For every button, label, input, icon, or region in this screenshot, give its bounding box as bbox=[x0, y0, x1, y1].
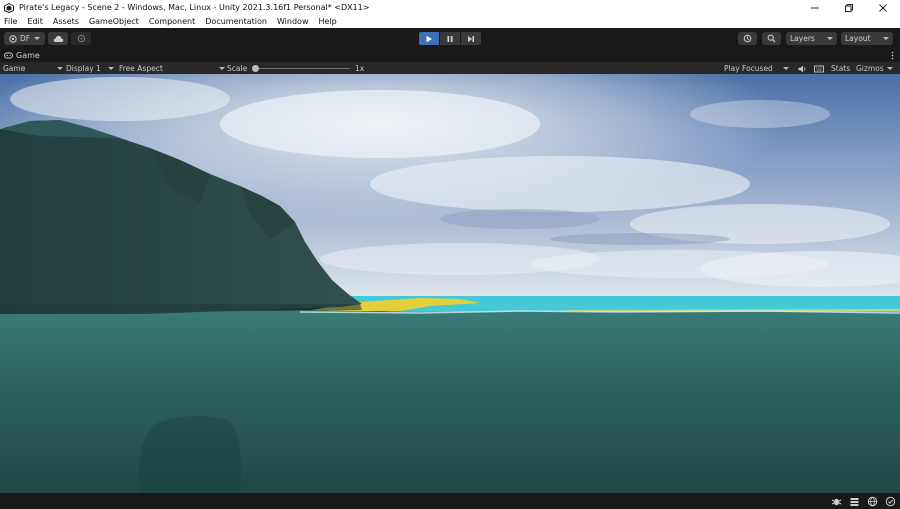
cloud-button[interactable] bbox=[48, 32, 68, 45]
menu-documentation[interactable]: Documentation bbox=[205, 17, 267, 26]
menu-bar: File Edit Assets GameObject Component Do… bbox=[0, 15, 900, 28]
status-icons bbox=[824, 495, 896, 507]
gamepad-icon bbox=[4, 52, 13, 58]
minimize-button[interactable] bbox=[798, 0, 832, 15]
step-icon bbox=[468, 35, 474, 42]
play-icon bbox=[426, 35, 432, 42]
unity-logo-icon bbox=[3, 2, 14, 13]
game-tab-bar: Game bbox=[0, 49, 900, 61]
chevron-down-icon bbox=[218, 67, 225, 70]
menu-assets[interactable]: Assets bbox=[53, 17, 79, 26]
play-mode-label: Play Focused bbox=[724, 64, 773, 73]
search-button[interactable] bbox=[762, 32, 781, 45]
search-icon bbox=[767, 34, 776, 43]
main-toolbar: DF Layers Layout bbox=[0, 28, 900, 49]
window-controls bbox=[798, 0, 900, 15]
keyboard-icon bbox=[814, 65, 824, 72]
chevron-down-icon bbox=[883, 37, 889, 40]
menu-gameobject[interactable]: GameObject bbox=[89, 17, 139, 26]
close-icon bbox=[879, 3, 887, 12]
progress-button[interactable] bbox=[848, 495, 860, 507]
collab-icon bbox=[77, 34, 85, 43]
gizmos-label: Gizmos bbox=[856, 64, 884, 73]
pause-icon bbox=[447, 35, 453, 42]
game-viewport[interactable] bbox=[0, 74, 900, 493]
collab-button[interactable] bbox=[71, 32, 91, 45]
window-title: Pirate's Legacy - Scene 2 - Windows, Mac… bbox=[19, 3, 370, 12]
game-view-toolbar: Game Display 1 Free Aspect Scale 1x Play… bbox=[0, 61, 900, 74]
status-bar bbox=[0, 493, 900, 509]
restore-button[interactable] bbox=[832, 0, 866, 15]
menu-file[interactable]: File bbox=[4, 17, 17, 26]
chevron-down-icon bbox=[34, 37, 41, 40]
history-icon bbox=[743, 34, 752, 43]
speaker-icon bbox=[798, 65, 806, 72]
chevron-down-icon bbox=[782, 67, 789, 70]
layout-label: Layout bbox=[845, 34, 871, 43]
menu-component[interactable]: Component bbox=[149, 17, 195, 26]
step-button[interactable] bbox=[461, 32, 481, 45]
bug-icon bbox=[831, 498, 841, 505]
chevron-down-icon bbox=[107, 67, 114, 70]
tab-game-label: Game bbox=[16, 50, 40, 60]
check-circle-icon bbox=[885, 496, 895, 506]
menu-window[interactable]: Window bbox=[277, 17, 309, 26]
chevron-down-icon bbox=[57, 67, 64, 70]
account-dropdown[interactable]: DF bbox=[4, 32, 45, 45]
more-vertical-icon bbox=[891, 51, 894, 59]
restore-icon bbox=[845, 3, 853, 12]
chevron-down-icon bbox=[886, 67, 893, 70]
display-label: Display 1 bbox=[66, 64, 101, 73]
pause-button[interactable] bbox=[440, 32, 460, 45]
game-mode-label: Game bbox=[3, 64, 26, 73]
chevron-down-icon bbox=[827, 37, 833, 40]
cloud-icon bbox=[53, 35, 63, 42]
playback-controls bbox=[419, 32, 481, 45]
account-label: DF bbox=[19, 34, 31, 43]
layers-label: Layers bbox=[790, 34, 815, 43]
account-icon bbox=[9, 34, 17, 43]
aspect-label: Free Aspect bbox=[119, 64, 163, 73]
menu-help[interactable]: Help bbox=[318, 17, 336, 26]
menu-edit[interactable]: Edit bbox=[27, 17, 43, 26]
layers-stack-icon bbox=[850, 497, 858, 506]
title-bar: Pirate's Legacy - Scene 2 - Windows, Mac… bbox=[0, 0, 900, 15]
auto-refresh-button[interactable] bbox=[884, 495, 896, 507]
scale-slider-thumb[interactable] bbox=[252, 65, 259, 72]
layers-dropdown[interactable]: Layers bbox=[786, 32, 837, 45]
layout-dropdown[interactable]: Layout bbox=[841, 32, 893, 45]
tab-game[interactable]: Game bbox=[0, 49, 44, 61]
sea bbox=[0, 310, 900, 493]
globe-icon bbox=[867, 496, 877, 506]
minimize-icon bbox=[811, 7, 819, 8]
game-scene bbox=[0, 74, 900, 493]
debug-mode-button[interactable] bbox=[830, 495, 842, 507]
tab-options-button[interactable] bbox=[891, 49, 894, 61]
scale-slider-track[interactable] bbox=[256, 68, 350, 69]
play-button[interactable] bbox=[419, 32, 439, 45]
cache-server-button[interactable] bbox=[866, 495, 878, 507]
submerged-rock bbox=[139, 416, 241, 493]
undo-history-button[interactable] bbox=[738, 32, 757, 45]
close-button[interactable] bbox=[866, 0, 900, 15]
